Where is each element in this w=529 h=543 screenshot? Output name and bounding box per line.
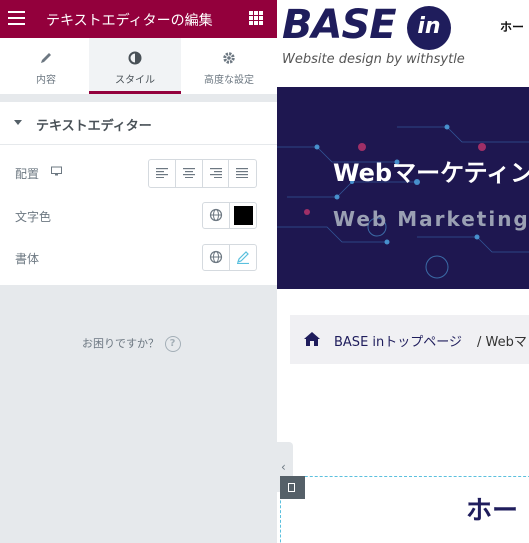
align-center-button[interactable] [176, 160, 203, 187]
align-left-icon [156, 168, 168, 178]
panel-title: テキストエディターの編集 [46, 13, 213, 29]
align-left-button[interactable] [149, 160, 176, 187]
nav-home-link[interactable]: ホー [500, 18, 524, 35]
align-right-button[interactable] [203, 160, 230, 187]
logo-tagline: Website design by withsytle [282, 52, 465, 67]
help-link[interactable]: お困りですか？ ? [82, 335, 181, 352]
chevron-left-icon: ‹ [281, 460, 286, 474]
logo-text: BASE [282, 2, 397, 48]
alignment-control [148, 159, 257, 188]
logo-badge: in [407, 6, 451, 50]
section-toggle[interactable]: テキストエディター [0, 102, 277, 145]
column-handle[interactable] [280, 476, 305, 499]
column-icon [288, 483, 295, 492]
menu-icon[interactable] [8, 11, 25, 25]
edit-typography-button[interactable] [230, 245, 257, 270]
contrast-icon [89, 51, 181, 67]
pencil-icon [0, 51, 92, 67]
tab-content-label: 内容 [36, 75, 56, 86]
section-heading: ホー [466, 496, 519, 526]
help-text: お困りですか？ [82, 337, 159, 350]
network-graphic [277, 124, 529, 279]
global-fonts-button[interactable] [203, 245, 230, 270]
tab-style-label: スタイル [115, 75, 155, 86]
editor-panel: テキストエディターの編集 内容 スタイル 高度な設定 テキストエディター 配置 … [0, 0, 277, 543]
widgets-grid-icon[interactable] [249, 11, 263, 25]
typography-label: 書体 [15, 252, 40, 266]
breadcrumb: BASE inトップページ / Webマ [290, 315, 529, 364]
question-icon: ? [164, 336, 181, 352]
tab-style[interactable]: スタイル [89, 38, 181, 94]
site-preview: BASE in Website design by withsytle ホー W… [277, 0, 529, 543]
tab-advanced-label: 高度な設定 [204, 75, 254, 86]
section-title: テキストエディター [36, 119, 152, 134]
breadcrumb-home-link[interactable]: BASE inトップページ [334, 331, 462, 350]
color-picker-button[interactable] [230, 203, 257, 228]
pencil-icon [236, 251, 249, 264]
hero-banner: Webマーケティン Web Marketing S [277, 87, 529, 289]
align-justify-icon [236, 168, 249, 178]
globe-icon [209, 208, 223, 222]
tab-advanced[interactable]: 高度な設定 [183, 38, 275, 94]
caret-down-icon [14, 120, 22, 125]
text-color-control [202, 202, 257, 229]
tab-content[interactable]: 内容 [0, 38, 92, 94]
desktop-icon[interactable] [51, 166, 62, 177]
hero-subtitle: Web Marketing S [333, 207, 529, 231]
style-section: テキストエディター 配置 文字色 書体 [0, 102, 277, 285]
text-color-label: 文字色 [15, 210, 52, 224]
global-colors-button[interactable] [203, 203, 230, 228]
align-right-icon [209, 168, 222, 178]
typography-control [202, 244, 257, 271]
panel-tabs: 内容 スタイル 高度な設定 [0, 38, 277, 94]
globe-icon [209, 250, 223, 264]
home-icon[interactable] [304, 332, 320, 346]
site-logo[interactable]: BASE in Website design by withsytle [280, 2, 465, 72]
breadcrumb-current: / Webマ [477, 335, 527, 350]
color-swatch [233, 206, 253, 225]
align-center-icon [182, 168, 195, 178]
alignment-label: 配置 [15, 167, 40, 181]
align-justify-button[interactable] [229, 160, 256, 187]
panel-header: テキストエディターの編集 [0, 0, 277, 38]
gear-icon [183, 51, 275, 67]
hero-title: Webマーケティン [333, 159, 529, 187]
